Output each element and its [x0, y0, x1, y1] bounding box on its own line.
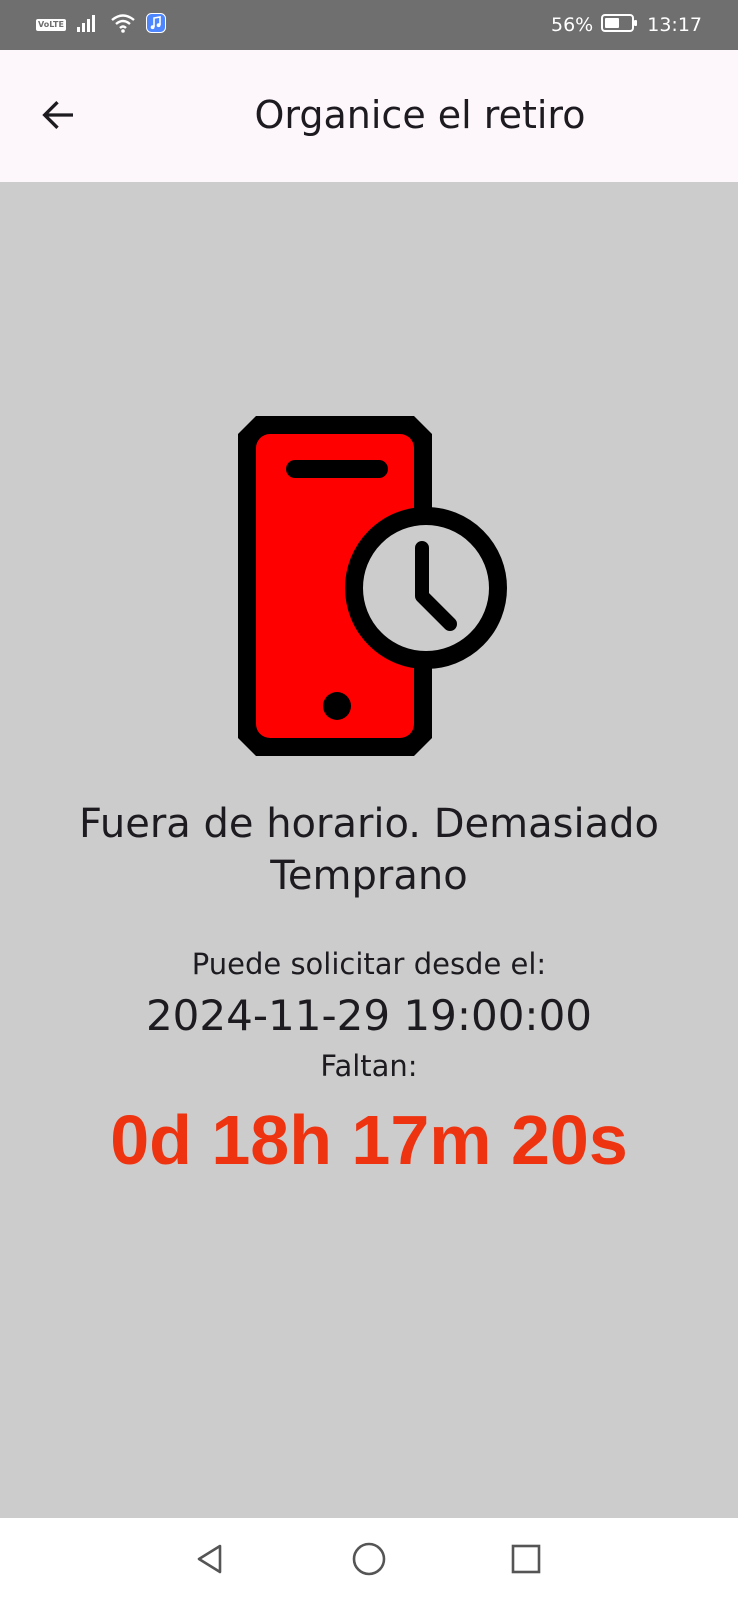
status-time: 13:17 [647, 14, 702, 36]
signal-icon [76, 13, 100, 37]
nav-home-button[interactable] [345, 1535, 393, 1583]
battery-percent: 56% [551, 14, 594, 36]
volte-icon: VoLTE [36, 19, 66, 31]
nav-recents-button[interactable] [502, 1535, 550, 1583]
status-message: Fuera de horario. Demasiado Temprano [79, 801, 659, 899]
back-button[interactable] [30, 87, 86, 143]
nav-back-icon [197, 1544, 222, 1574]
status-right-icons: 56% 13:17 [551, 13, 702, 37]
system-nav-bar [0, 1518, 738, 1600]
app-bar: Organice el retiro [0, 50, 738, 182]
status-bar: VoLTE 56% 13:17 [0, 0, 738, 50]
page-title: Organice el retiro [254, 93, 586, 137]
battery-icon [601, 13, 639, 38]
nav-recents-icon [511, 1544, 541, 1574]
arrow-back-icon [42, 100, 73, 130]
wifi-icon [110, 13, 136, 37]
phone-clock-icon [238, 416, 507, 756]
available-from-date: 2024-11-29 19:00:00 [145, 991, 593, 1040]
countdown-timer: 0d 18h 17m 20s [110, 1101, 628, 1179]
status-left-icons: VoLTE [36, 13, 166, 37]
nav-home-icon [352, 1542, 386, 1576]
available-from-label: Puede solicitar desde el: [191, 947, 547, 981]
nav-back-button[interactable] [186, 1535, 234, 1583]
music-app-icon [145, 13, 166, 37]
main-content: Fuera de horario. Demasiado Temprano Pue… [0, 182, 738, 1518]
remaining-label: Faltan: [320, 1049, 418, 1083]
